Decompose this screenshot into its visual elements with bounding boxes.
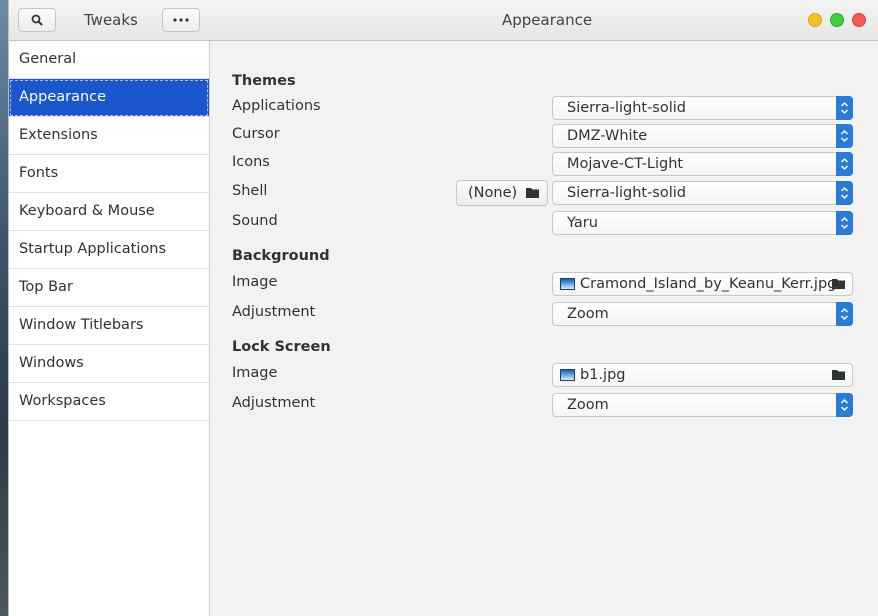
shell-none-label: (None) xyxy=(468,185,518,201)
icons-theme-value: Mojave-CT-Light xyxy=(567,156,684,172)
sidebar-item-appearance[interactable]: Appearance xyxy=(9,79,209,117)
cursor-theme-value: DMZ-White xyxy=(567,128,648,144)
lock-screen-heading: Lock Screen xyxy=(232,339,331,355)
applications-label: Applications xyxy=(232,98,321,114)
chevron-updown-icon xyxy=(836,181,853,205)
sound-theme-combo[interactable]: Yaru xyxy=(552,211,853,235)
lock-screen-image-label: Image xyxy=(232,365,278,381)
app-title: Tweaks xyxy=(84,11,138,29)
close-button[interactable] xyxy=(852,13,866,27)
applications-theme-combo[interactable]: Sierra-light-solid xyxy=(552,96,853,120)
background-image-label: Image xyxy=(232,274,278,290)
chevron-updown-icon xyxy=(836,393,853,417)
sidebar-item-window-titlebars[interactable]: Window Titlebars xyxy=(9,307,209,345)
search-icon xyxy=(31,14,43,26)
lock-screen-image-filename: b1.jpg xyxy=(580,367,626,383)
cursor-theme-combo[interactable]: DMZ-White xyxy=(552,124,853,148)
chevron-updown-icon xyxy=(836,124,853,148)
lock-screen-adjustment-combo[interactable]: Zoom xyxy=(552,393,853,417)
sidebar-item-general[interactable]: General xyxy=(9,41,209,79)
shell-theme-value: Sierra-light-solid xyxy=(567,185,686,201)
lock-screen-adjustment-value: Zoom xyxy=(567,397,609,413)
themes-heading: Themes xyxy=(232,73,296,89)
background-heading: Background xyxy=(232,248,330,264)
shell-extension-file-button[interactable]: (None) xyxy=(456,180,548,206)
sidebar-item-extensions[interactable]: Extensions xyxy=(9,117,209,155)
background-adjustment-value: Zoom xyxy=(567,306,609,322)
shell-label: Shell xyxy=(232,183,268,199)
background-image-file-button[interactable]: Cramond_Island_by_Keanu_Kerr.jpg xyxy=(552,272,853,296)
chevron-updown-icon xyxy=(836,302,853,326)
image-file-icon xyxy=(560,278,575,290)
menu-button[interactable] xyxy=(162,8,200,32)
sidebar-item-startup-applications[interactable]: Startup Applications xyxy=(9,231,209,269)
sidebar-item-windows[interactable]: Windows xyxy=(9,345,209,383)
lock-screen-adjustment-label: Adjustment xyxy=(232,395,316,411)
icons-label: Icons xyxy=(232,154,270,170)
minimize-button[interactable] xyxy=(808,13,822,27)
sidebar-item-fonts[interactable]: Fonts xyxy=(9,155,209,193)
sidebar-item-top-bar[interactable]: Top Bar xyxy=(9,269,209,307)
cursor-label: Cursor xyxy=(232,126,280,142)
applications-theme-value: Sierra-light-solid xyxy=(567,100,686,116)
chevron-updown-icon xyxy=(836,211,853,235)
folder-icon xyxy=(832,370,845,380)
sidebar-item-keyboard-mouse[interactable]: Keyboard & Mouse xyxy=(9,193,209,231)
maximize-button[interactable] xyxy=(830,13,844,27)
image-file-icon xyxy=(560,369,575,381)
page-title: Appearance xyxy=(502,11,593,29)
shell-theme-combo[interactable]: Sierra-light-solid xyxy=(552,181,853,205)
appearance-panel: Themes Applications Sierra-light-solid C… xyxy=(232,41,853,616)
background-adjustment-combo[interactable]: Zoom xyxy=(552,302,853,326)
chevron-updown-icon xyxy=(836,96,853,120)
lock-screen-image-file-button[interactable]: b1.jpg xyxy=(552,363,853,387)
icons-theme-combo[interactable]: Mojave-CT-Light xyxy=(552,152,853,176)
titlebar: Tweaks Appearance xyxy=(9,0,878,41)
sidebar-item-workspaces[interactable]: Workspaces xyxy=(9,383,209,421)
background-image-filename: Cramond_Island_by_Keanu_Kerr.jpg xyxy=(580,276,837,292)
folder-icon xyxy=(526,188,539,198)
sound-theme-value: Yaru xyxy=(567,215,598,231)
folder-icon xyxy=(832,279,845,289)
search-button[interactable] xyxy=(18,8,56,32)
background-adjustment-label: Adjustment xyxy=(232,304,316,320)
chevron-updown-icon xyxy=(836,152,853,176)
sound-label: Sound xyxy=(232,213,278,229)
ellipsis-icon xyxy=(173,18,189,22)
tweaks-window: Tweaks Appearance General Appearance Ext… xyxy=(8,0,878,616)
sidebar: General Appearance Extensions Fonts Keyb… xyxy=(9,41,210,616)
